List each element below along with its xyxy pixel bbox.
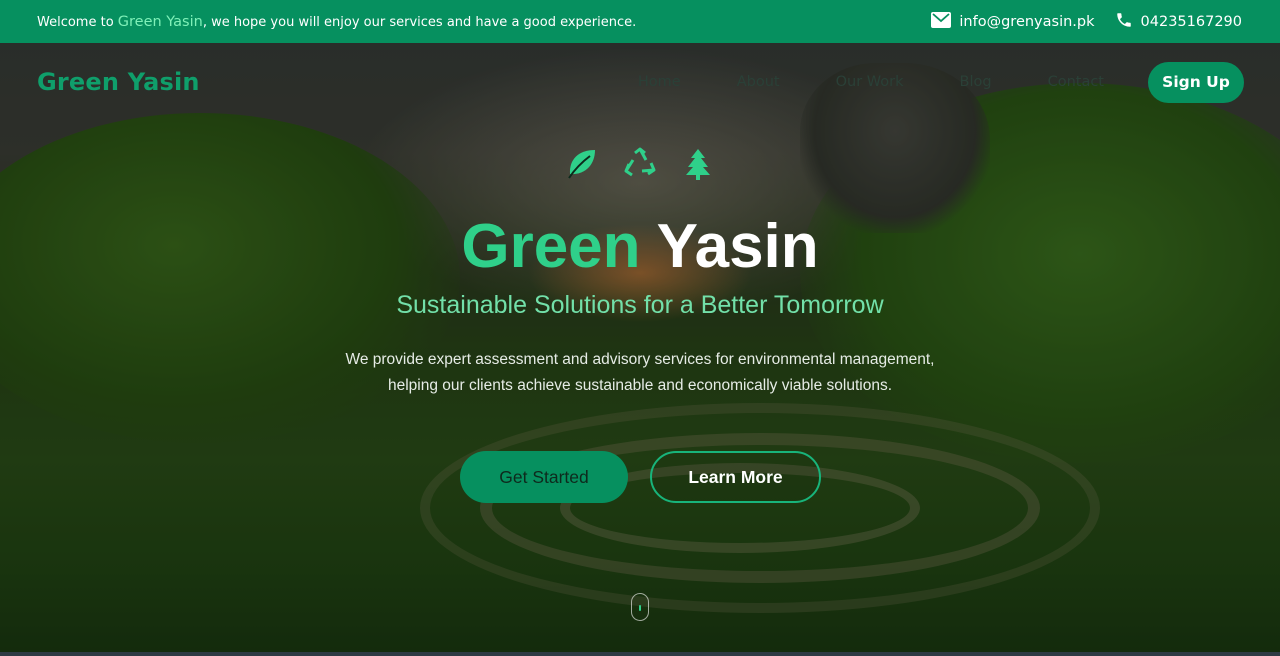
nav-link-about[interactable]: About [737, 74, 780, 90]
leaf-icon [565, 147, 599, 181]
contact-info: info@grenyasin.pk 04235167290 [931, 11, 1242, 33]
get-started-button[interactable]: Get Started [460, 451, 628, 503]
bottom-edge [0, 652, 1280, 656]
hero-description: We provide expert assessment and advisor… [345, 351, 935, 394]
scroll-dot [638, 605, 641, 611]
hero-title: Green Yasin [0, 211, 1280, 282]
tree-icon [681, 147, 715, 181]
top-info-bar: Welcome to Green Yasin, we hope you will… [0, 0, 1280, 43]
mouse-scroll-icon[interactable] [631, 593, 649, 621]
hero-title-green: Green [461, 212, 641, 281]
hero-content: Green Yasin Sustainable Solutions for a … [0, 43, 1280, 656]
phone-contact[interactable]: 04235167290 [1115, 11, 1242, 33]
hero-icons [0, 147, 1280, 181]
email-address[interactable]: info@grenyasin.pk [959, 14, 1094, 30]
welcome-suffix: , we hope you will enjoy our services an… [202, 14, 637, 30]
welcome-message: Welcome to Green Yasin, we hope you will… [37, 14, 636, 30]
phone-number[interactable]: 04235167290 [1141, 14, 1242, 30]
welcome-prefix: Welcome to [37, 14, 118, 30]
main-navbar: Green Yasin Home About Our Work Blog Con… [0, 43, 1280, 121]
welcome-brand: Green Yasin [117, 13, 203, 30]
nav-links: Home About Our Work Blog Contact [638, 74, 1104, 90]
nav-link-home[interactable]: Home [638, 74, 681, 90]
mail-icon [931, 11, 952, 32]
hero-subtitle: Sustainable Solutions for a Better Tomor… [396, 291, 884, 319]
nav-link-contact[interactable]: Contact [1048, 74, 1104, 90]
recycle-icon [623, 147, 657, 181]
nav-link-blog[interactable]: Blog [960, 74, 992, 90]
email-contact[interactable]: info@grenyasin.pk [931, 11, 1095, 32]
phone-icon [1115, 11, 1133, 33]
learn-more-button[interactable]: Learn More [650, 451, 821, 503]
sign-up-button[interactable]: Sign Up [1148, 61, 1244, 103]
site-logo[interactable]: Green Yasin [37, 68, 200, 96]
nav-link-our-work[interactable]: Our Work [836, 74, 904, 90]
hero-title-yasin: Yasin [656, 212, 819, 281]
